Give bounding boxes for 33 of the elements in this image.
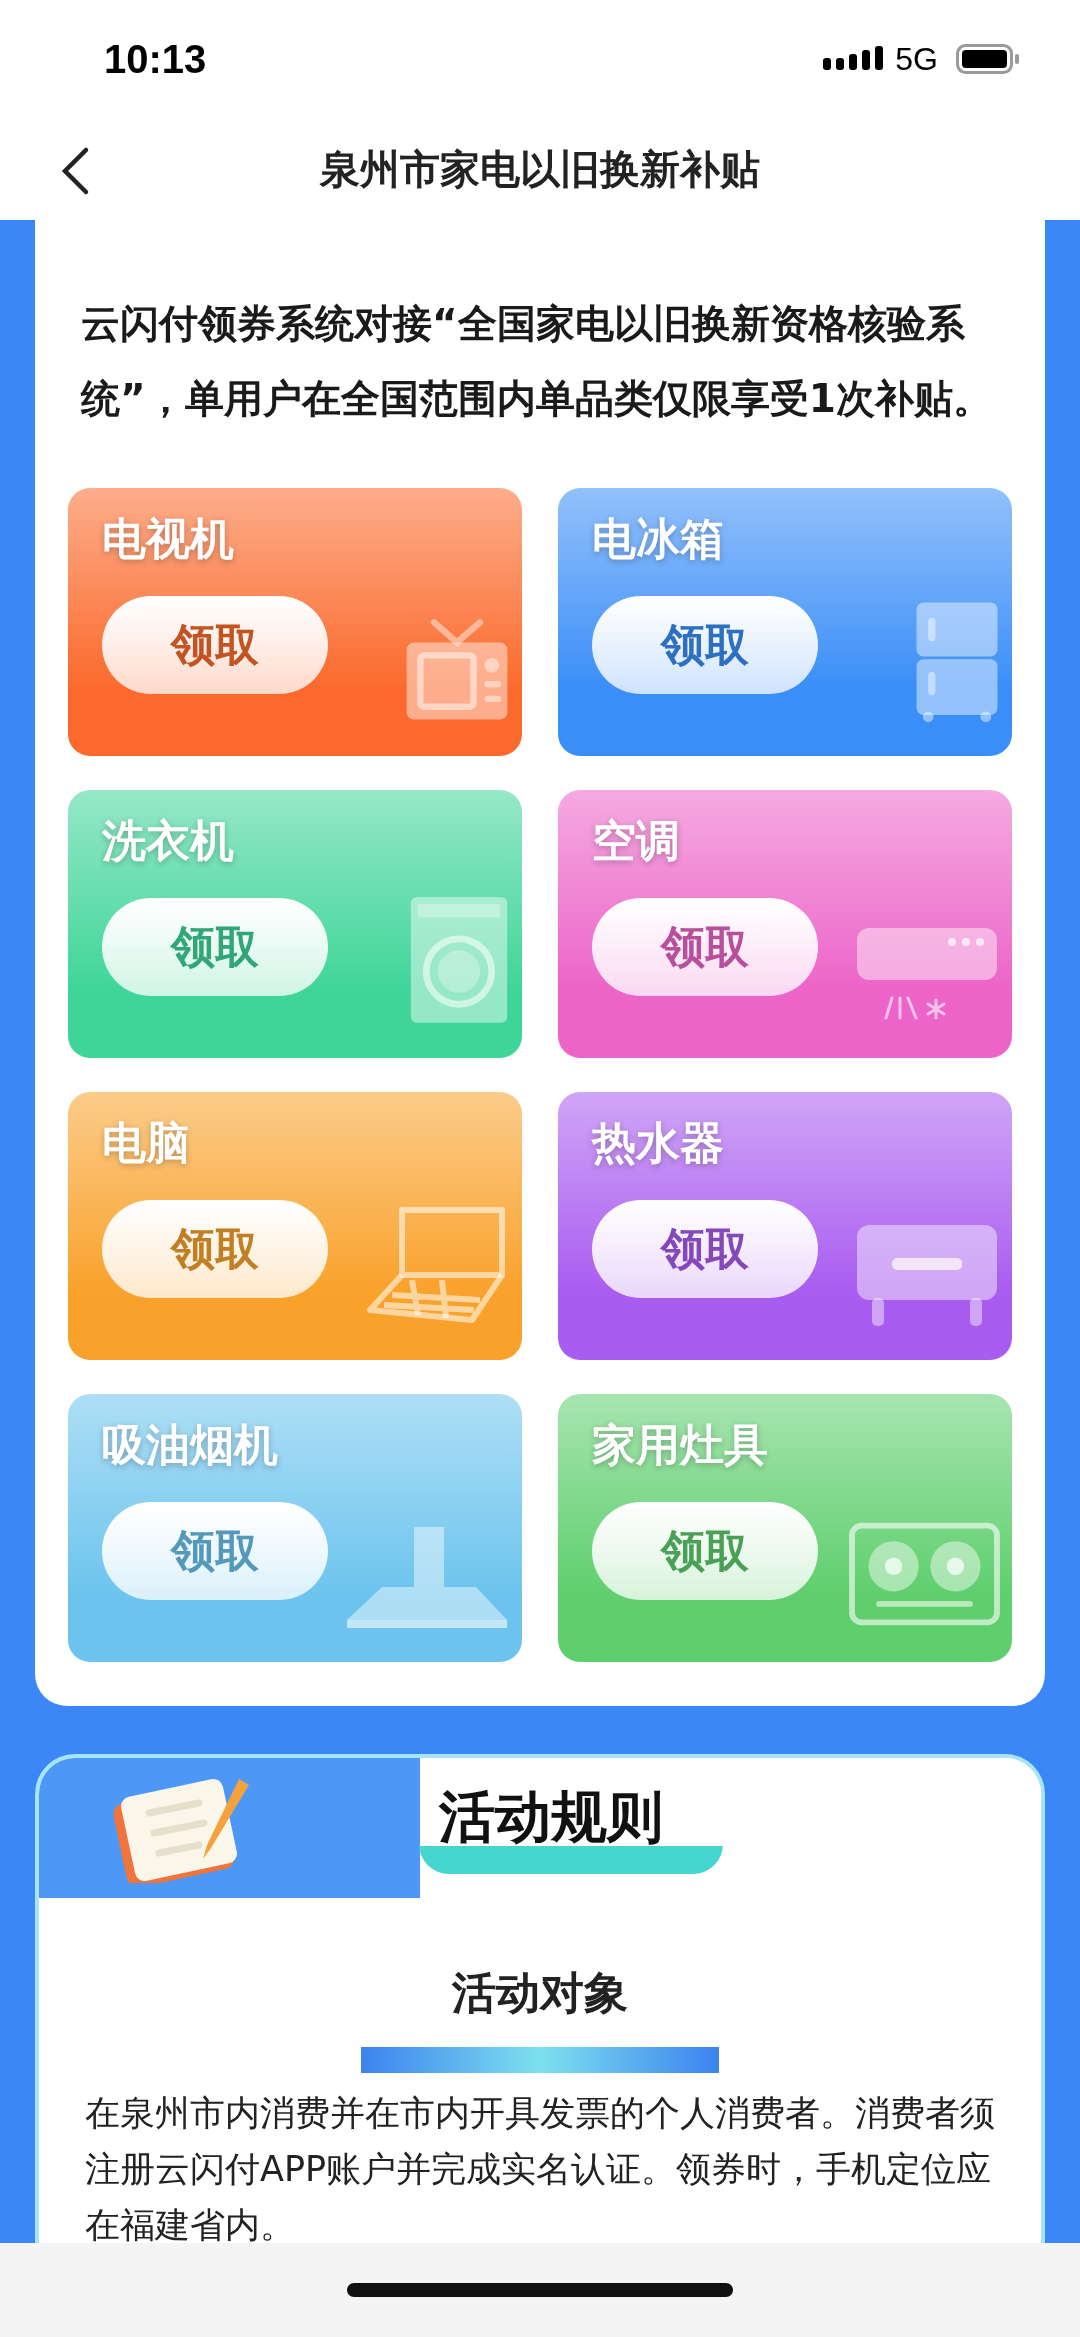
claim-button[interactable]: 领取 <box>102 898 328 996</box>
category-title: 电冰箱 <box>592 512 724 566</box>
category-title: 洗衣机 <box>102 814 234 868</box>
category-title: 电视机 <box>102 512 234 566</box>
claim-button[interactable]: 领取 <box>102 1502 328 1600</box>
appliance-card[interactable]: 洗衣机 领取 <box>68 790 522 1058</box>
status-time: 10:13 <box>104 36 207 82</box>
claim-button[interactable]: 领取 <box>592 596 818 694</box>
back-icon[interactable] <box>60 146 90 196</box>
rules-text: 在泉州市内消费并在市内开具发票的个人消费者。消费者须注册云闪付APP账户并完成实名认证。领券时，手机定位应在福建省内。 <box>84 2092 996 2243</box>
category-title: 热水器 <box>592 1116 724 1170</box>
category-title: 电脑 <box>102 1116 190 1170</box>
battery-icon <box>956 44 1020 74</box>
category-title: 吸油烟机 <box>102 1418 278 1472</box>
category-title: 家用灶具 <box>592 1418 768 1472</box>
category-title: 空调 <box>592 814 680 868</box>
section-title: 活动对象 <box>452 1966 628 2020</box>
appliance-card[interactable]: 热水器 领取 <box>558 1092 1012 1360</box>
appliance-card[interactable]: 电视机 领取 <box>68 488 522 756</box>
appliance-card[interactable]: 电脑 领取 <box>68 1092 522 1360</box>
appliance-card[interactable]: 空调 领取 <box>558 790 1012 1058</box>
intro-text: 云闪付领券系统对接“全国家电以旧换新资格核验系统”，单用户在全国范围内单品类仅限享受1次补贴。 <box>79 300 993 423</box>
appliance-card[interactable]: 电冰箱 领取 <box>558 488 1012 756</box>
claim-button[interactable]: 领取 <box>102 1200 328 1298</box>
appliance-card[interactable]: 吸油烟机 领取 <box>68 1394 522 1662</box>
network-label: 5G <box>895 40 938 78</box>
claim-button[interactable]: 领取 <box>102 596 328 694</box>
claim-button[interactable]: 领取 <box>592 1502 818 1600</box>
claim-button[interactable]: 领取 <box>592 898 818 996</box>
signal-icon <box>823 46 886 72</box>
appliance-card[interactable]: 家用灶具 领取 <box>558 1394 1012 1662</box>
page-title: 泉州市家电以旧换新补贴 <box>320 144 760 194</box>
claim-button[interactable]: 领取 <box>592 1200 818 1298</box>
